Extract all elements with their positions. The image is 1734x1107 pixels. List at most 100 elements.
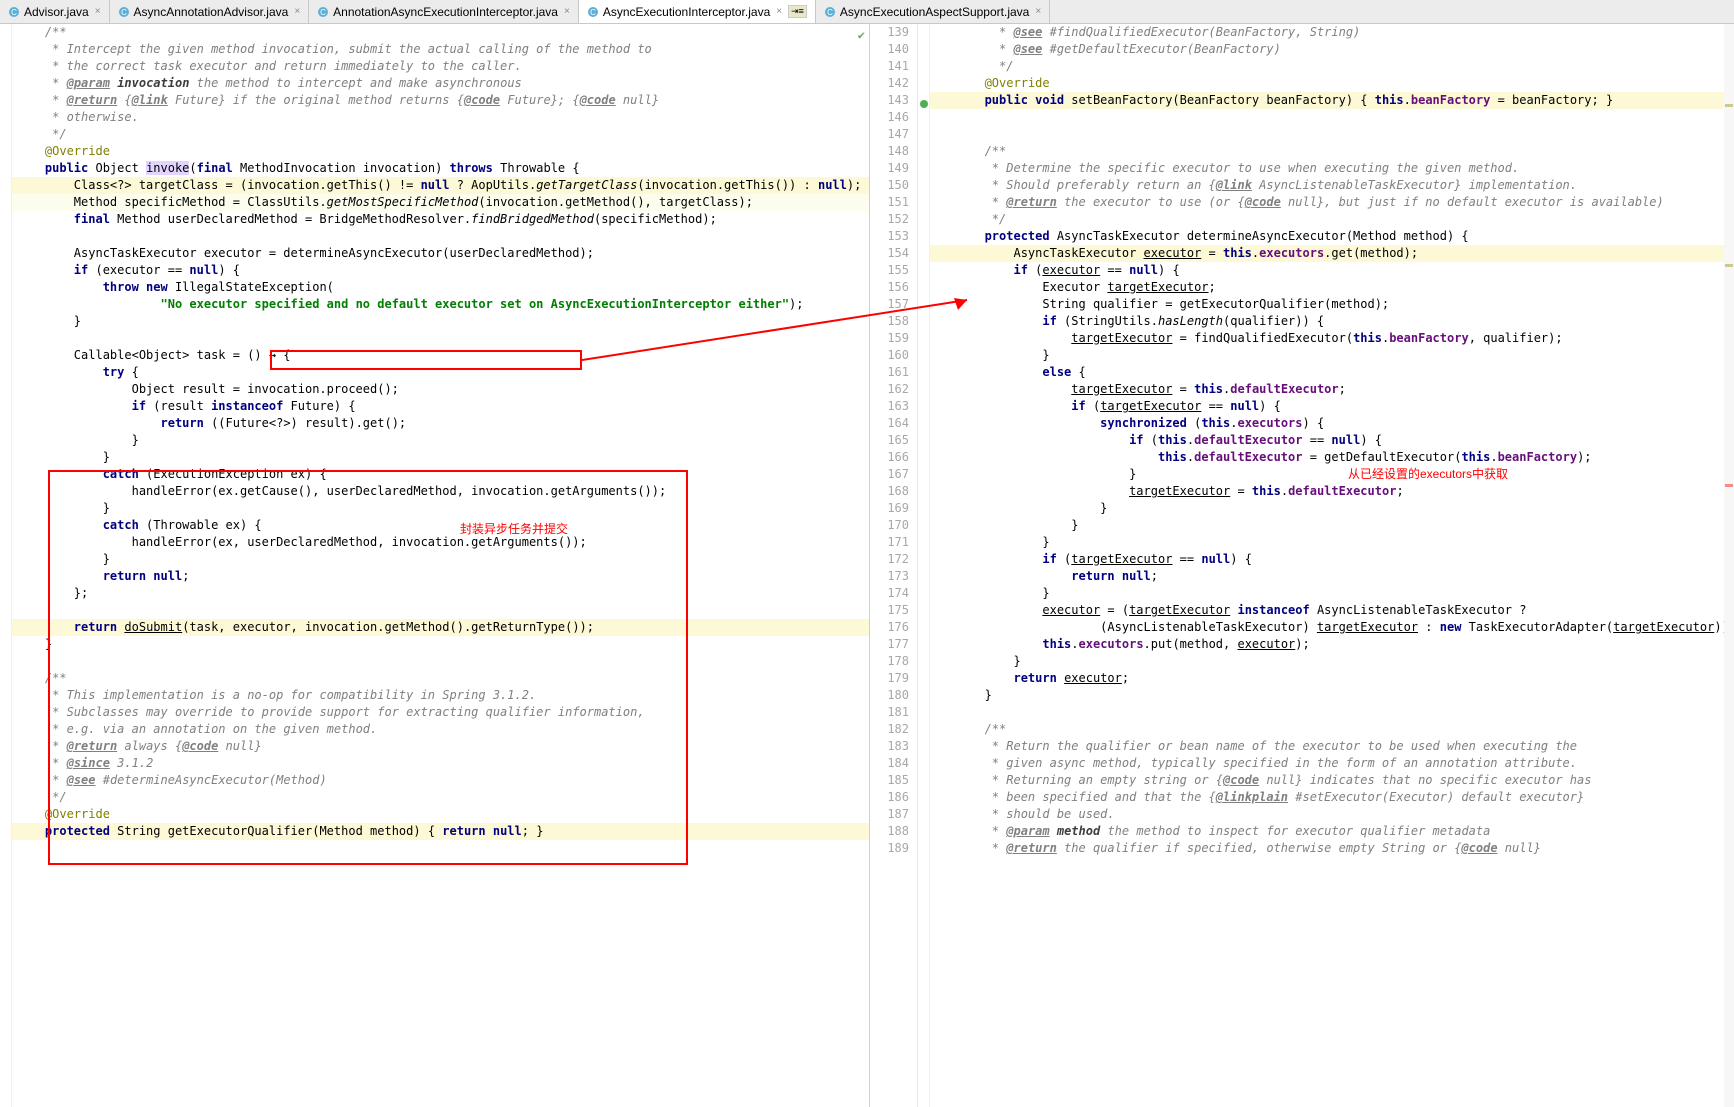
editor-tab[interactable]: CAsyncExecutionAspectSupport.java× <box>816 0 1050 23</box>
code-line[interactable]: } <box>930 687 1734 704</box>
code-line[interactable]: * @see #findQualifiedExecutor(BeanFactor… <box>930 24 1734 41</box>
code-line[interactable]: * e.g. via an annotation on the given me… <box>12 721 869 738</box>
code-line[interactable]: if (StringUtils.hasLength(qualifier)) { <box>930 313 1734 330</box>
code-line[interactable]: return executor; <box>930 670 1734 687</box>
close-icon[interactable]: × <box>1035 6 1041 17</box>
code-line[interactable]: } <box>930 347 1734 364</box>
code-line[interactable]: /** <box>930 143 1734 160</box>
code-line[interactable]: Callable<Object> task = () → { <box>12 347 869 364</box>
code-line[interactable]: this.defaultExecutor = getDefaultExecuto… <box>930 449 1734 466</box>
code-line[interactable]: Object result = invocation.proceed(); <box>12 381 869 398</box>
code-line[interactable]: synchronized (this.executors) { <box>930 415 1734 432</box>
code-line[interactable] <box>12 653 869 670</box>
code-line[interactable]: */ <box>12 126 869 143</box>
editor-tab[interactable]: CAdvisor.java× <box>0 0 110 23</box>
code-line[interactable]: return null; <box>12 568 869 585</box>
code-line[interactable]: } <box>930 517 1734 534</box>
code-area-right[interactable]: * @see #findQualifiedExecutor(BeanFactor… <box>930 24 1734 1107</box>
code-line[interactable]: if (executor == null) { <box>930 262 1734 279</box>
code-line[interactable]: * Returning an empty string or {@code nu… <box>930 772 1734 789</box>
code-line[interactable]: targetExecutor = this.defaultExecutor; <box>930 381 1734 398</box>
code-line[interactable] <box>930 126 1734 143</box>
code-line[interactable]: * @return the executor to use (or {@code… <box>930 194 1734 211</box>
code-line[interactable]: Executor targetExecutor; <box>930 279 1734 296</box>
code-line[interactable]: * should be used. <box>930 806 1734 823</box>
close-icon[interactable]: × <box>294 6 300 17</box>
code-line[interactable]: */ <box>12 789 869 806</box>
code-line[interactable]: handleError(ex.getCause(), userDeclaredM… <box>12 483 869 500</box>
code-line[interactable]: AsyncTaskExecutor executor = this.execut… <box>930 245 1734 262</box>
code-line[interactable]: * @return the qualifier if specified, ot… <box>930 840 1734 857</box>
code-line[interactable]: "No executor specified and no default ex… <box>12 296 869 313</box>
code-line[interactable]: return null; <box>930 568 1734 585</box>
code-line[interactable]: * @return {@link Future} if the original… <box>12 92 869 109</box>
code-line[interactable] <box>12 330 869 347</box>
code-line[interactable]: public void setBeanFactory(BeanFactory b… <box>930 92 1734 109</box>
code-line[interactable]: * Subclasses may override to provide sup… <box>12 704 869 721</box>
code-line[interactable]: } <box>12 449 869 466</box>
code-line[interactable]: if (executor == null) { <box>12 262 869 279</box>
code-line[interactable] <box>930 704 1734 721</box>
code-line[interactable]: catch (ExecutionException ex) { <box>12 466 869 483</box>
code-line[interactable]: final Method userDeclaredMethod = Bridge… <box>12 211 869 228</box>
code-line[interactable]: else { <box>930 364 1734 381</box>
editor-tab[interactable]: CAsyncExecutionInterceptor.java×⇥≡ <box>579 0 816 23</box>
code-line[interactable]: } <box>930 653 1734 670</box>
code-line[interactable]: * @see #determineAsyncExecutor(Method) <box>12 772 869 789</box>
code-line[interactable]: catch (Throwable ex) { <box>12 517 869 534</box>
code-line[interactable]: * @param invocation the method to interc… <box>12 75 869 92</box>
code-line[interactable]: /** <box>930 721 1734 738</box>
code-line[interactable]: protected AsyncTaskExecutor determineAsy… <box>930 228 1734 245</box>
code-line[interactable]: } <box>930 585 1734 602</box>
code-area-left[interactable]: ✔ /** * Intercept the given method invoc… <box>12 24 869 1107</box>
code-line[interactable]: if (this.defaultExecutor == null) { <box>930 432 1734 449</box>
code-line[interactable]: Method specificMethod = ClassUtils.getMo… <box>12 194 869 211</box>
code-line[interactable]: */ <box>930 58 1734 75</box>
code-line[interactable]: if (result instanceof Future) { <box>12 398 869 415</box>
code-line[interactable]: this.executors.put(method, executor); <box>930 636 1734 653</box>
code-line[interactable]: handleError(ex, userDeclaredMethod, invo… <box>12 534 869 551</box>
editor-tab[interactable]: CAsyncAnnotationAdvisor.java× <box>110 0 310 23</box>
code-line[interactable]: * Determine the specific executor to use… <box>930 160 1734 177</box>
code-line[interactable]: * Should preferably return an {@link Asy… <box>930 177 1734 194</box>
code-line[interactable]: * This implementation is a no-op for com… <box>12 687 869 704</box>
code-line[interactable]: } <box>12 313 869 330</box>
code-line[interactable]: }; <box>12 585 869 602</box>
code-line[interactable]: protected String getExecutorQualifier(Me… <box>12 823 869 840</box>
code-line[interactable]: return ((Future<?>) result).get(); <box>12 415 869 432</box>
code-line[interactable]: } <box>12 500 869 517</box>
code-line[interactable]: public Object invoke(final MethodInvocat… <box>12 160 869 177</box>
code-line[interactable]: } <box>12 551 869 568</box>
code-line[interactable] <box>12 602 869 619</box>
code-line[interactable]: AsyncTaskExecutor executor = determineAs… <box>12 245 869 262</box>
close-icon[interactable]: × <box>95 6 101 17</box>
code-line[interactable] <box>12 228 869 245</box>
code-line[interactable]: executor = (targetExecutor instanceof As… <box>930 602 1734 619</box>
code-line[interactable]: (AsyncListenableTaskExecutor) targetExec… <box>930 619 1734 636</box>
code-line[interactable]: */ <box>930 211 1734 228</box>
code-line[interactable]: targetExecutor = findQualifiedExecutor(t… <box>930 330 1734 347</box>
code-line[interactable]: if (targetExecutor == null) { <box>930 551 1734 568</box>
override-marker-icon[interactable] <box>920 100 928 108</box>
code-line[interactable]: targetExecutor = this.defaultExecutor; <box>930 483 1734 500</box>
code-line[interactable]: * @return always {@code null} <box>12 738 869 755</box>
code-line[interactable]: } <box>930 500 1734 517</box>
code-line[interactable]: * been specified and that the {@linkplai… <box>930 789 1734 806</box>
code-line[interactable]: @Override <box>12 143 869 160</box>
editor-tab[interactable]: CAnnotationAsyncExecutionInterceptor.jav… <box>309 0 579 23</box>
code-line[interactable]: throw new IllegalStateException( <box>12 279 869 296</box>
fold-column[interactable] <box>0 24 12 1107</box>
code-line[interactable]: if (targetExecutor == null) { <box>930 398 1734 415</box>
code-line[interactable]: Class<?> targetClass = (invocation.getTh… <box>12 177 869 194</box>
code-line[interactable]: * @since 3.1.2 <box>12 755 869 772</box>
close-icon[interactable]: × <box>776 6 782 17</box>
code-line[interactable]: } <box>930 466 1734 483</box>
code-line[interactable]: /** <box>12 670 869 687</box>
code-line[interactable]: try { <box>12 364 869 381</box>
code-line[interactable] <box>930 109 1734 126</box>
code-line[interactable]: * Intercept the given method invocation,… <box>12 41 869 58</box>
code-line[interactable]: * Return the qualifier or bean name of t… <box>930 738 1734 755</box>
code-line[interactable]: @Override <box>12 806 869 823</box>
code-line[interactable]: return doSubmit(task, executor, invocati… <box>12 619 869 636</box>
error-stripe[interactable] <box>1724 24 1734 1107</box>
